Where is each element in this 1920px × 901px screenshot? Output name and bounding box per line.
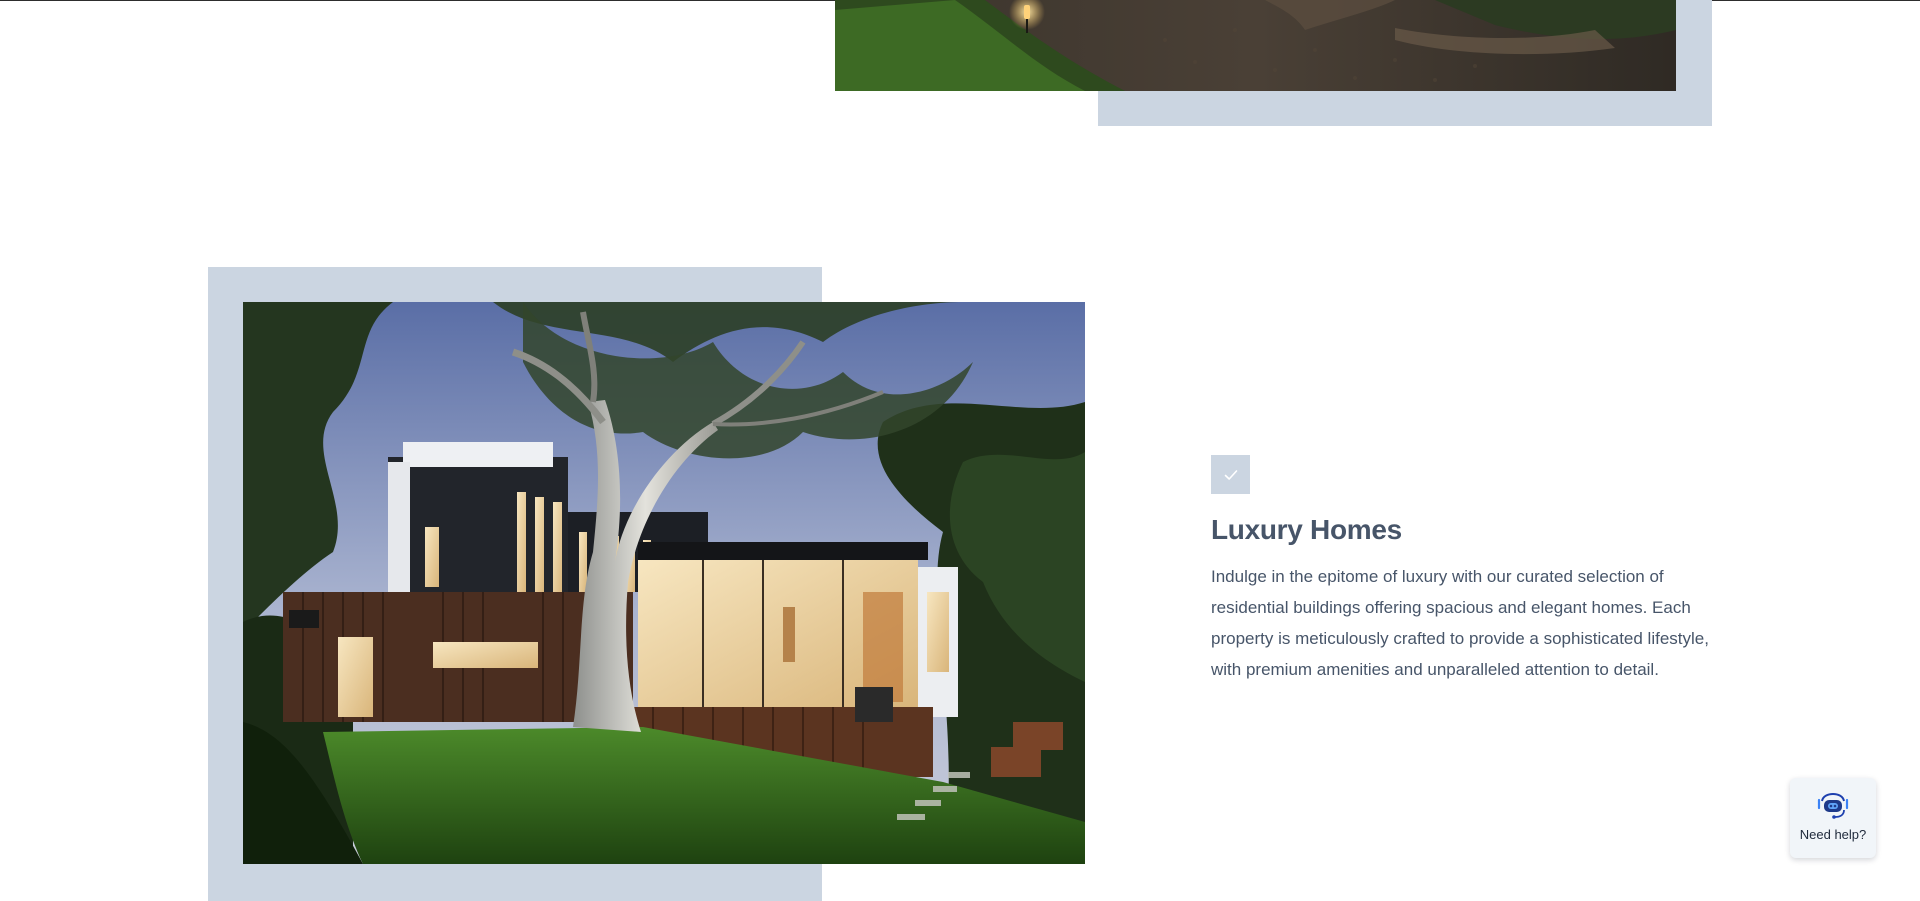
feature-title: Luxury Homes <box>1211 514 1402 545</box>
check-icon <box>1211 455 1250 494</box>
support-bot-icon <box>1817 792 1849 819</box>
page: Luxury Homes Indulge in the epitome of l… <box>0 0 1920 901</box>
help-widget-button[interactable]: Need help? <box>1790 778 1876 858</box>
night-garden-photo <box>835 0 1676 91</box>
feature-description: Indulge in the epitome of luxury with ou… <box>1211 567 1709 680</box>
help-label: Need help? <box>1799 827 1867 842</box>
modern-house-photo <box>243 302 1085 864</box>
feature-luxury-homes: Luxury Homes Indulge in the epitome of l… <box>1211 455 1711 685</box>
